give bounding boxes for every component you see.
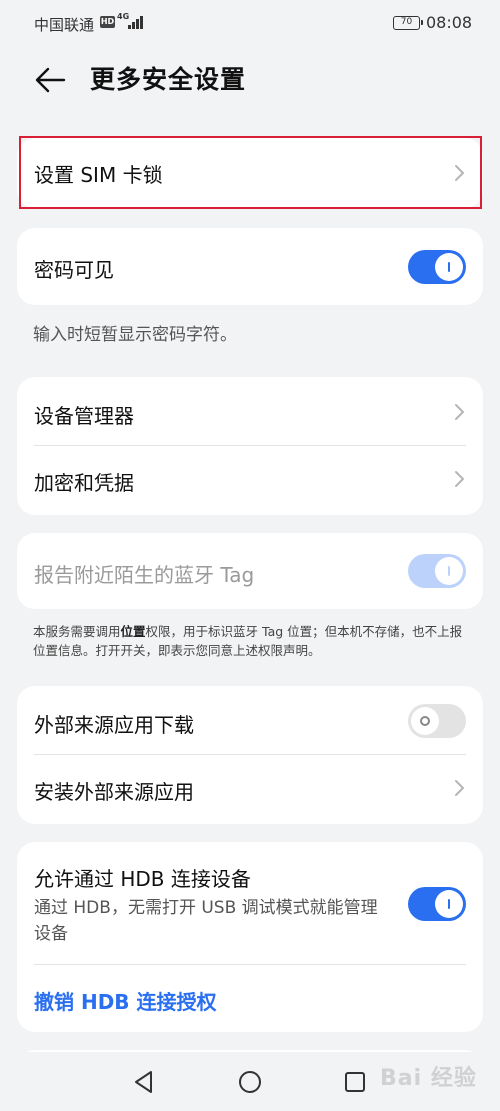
nav-recents-button[interactable] <box>337 1064 373 1100</box>
bluetooth-tag-note: 本服务需要调用位置权限，用于标识蓝牙 Tag 位置；但本机不存储，也不上报位置信… <box>33 624 463 658</box>
bluetooth-tag-toggle <box>408 554 466 588</box>
chevron-right-icon <box>455 780 464 796</box>
external-download-label: 外部来源应用下载 <box>34 713 194 737</box>
encryption-label: 加密和凭据 <box>34 471 134 495</box>
screen: 中国联通 HD 4G 70 08:08 更多安全设置 设置 SIM 卡锁 密码可… <box>0 0 500 1111</box>
status-time: 08:08 <box>426 13 473 32</box>
nav-home-button[interactable] <box>232 1064 268 1100</box>
hdb-card: 允许通过 HDB 连接设备 通过 HDB，无需打开 USB 调试模式就能管理设备… <box>17 842 483 1032</box>
signal-icon <box>128 16 144 29</box>
circle-home-icon <box>239 1071 261 1093</box>
bluetooth-tag-label: 报告附近陌生的蓝牙 Tag <box>34 563 255 587</box>
hdb-description: 通过 HDB，无需打开 USB 调试模式就能管理设备 <box>34 898 378 944</box>
triangle-back-icon <box>135 1071 152 1093</box>
encryption-row[interactable]: 加密和凭据 <box>17 446 483 515</box>
carrier-name: 中国联通 <box>34 16 95 34</box>
device-admin-label: 设备管理器 <box>34 404 134 428</box>
external-download-toggle[interactable] <box>408 704 466 738</box>
password-visible-card: 密码可见 <box>17 228 483 305</box>
external-sources-card: 外部来源应用下载 安装外部来源应用 <box>17 686 483 824</box>
hdb-toggle[interactable] <box>408 887 466 921</box>
device-admin-row[interactable]: 设备管理器 <box>17 377 483 446</box>
page-title: 更多安全设置 <box>90 65 247 94</box>
revoke-hdb-link[interactable]: 撤销 HDB 连接授权 <box>34 986 217 1015</box>
nav-back-button[interactable] <box>126 1064 162 1100</box>
bluetooth-tag-row: 报告附近陌生的蓝牙 Tag <box>17 533 483 609</box>
password-visible-row[interactable]: 密码可见 <box>17 228 483 305</box>
password-visible-label: 密码可见 <box>34 258 114 282</box>
install-external-row[interactable]: 安装外部来源应用 <box>17 755 483 824</box>
install-external-label: 安装外部来源应用 <box>34 780 194 804</box>
external-download-row[interactable]: 外部来源应用下载 <box>17 686 483 755</box>
back-button[interactable] <box>30 58 74 102</box>
password-visible-hint: 输入时短暂显示密码字符。 <box>33 325 237 345</box>
battery-icon: 70 <box>393 16 423 30</box>
divider <box>34 964 466 965</box>
chevron-right-icon <box>455 471 464 487</box>
arrow-left-icon <box>35 67 66 93</box>
hdb-row[interactable]: 允许通过 HDB 连接设备 通过 HDB，无需打开 USB 调试模式就能管理设备 <box>17 842 483 964</box>
square-recents-icon <box>345 1072 365 1092</box>
hd-icon: HD <box>100 16 115 28</box>
status-bar: 中国联通 HD 4G 70 08:08 <box>0 0 500 48</box>
hdb-label: 允许通过 HDB 连接设备 <box>34 867 251 891</box>
watermark: Bai 经验 <box>380 1066 477 1091</box>
chevron-right-icon <box>455 404 464 420</box>
password-visible-toggle[interactable] <box>408 250 466 284</box>
highlight-frame <box>19 136 482 209</box>
bluetooth-tag-card: 报告附近陌生的蓝牙 Tag <box>17 533 483 609</box>
security-list-card: 设备管理器 加密和凭据 <box>17 377 483 515</box>
